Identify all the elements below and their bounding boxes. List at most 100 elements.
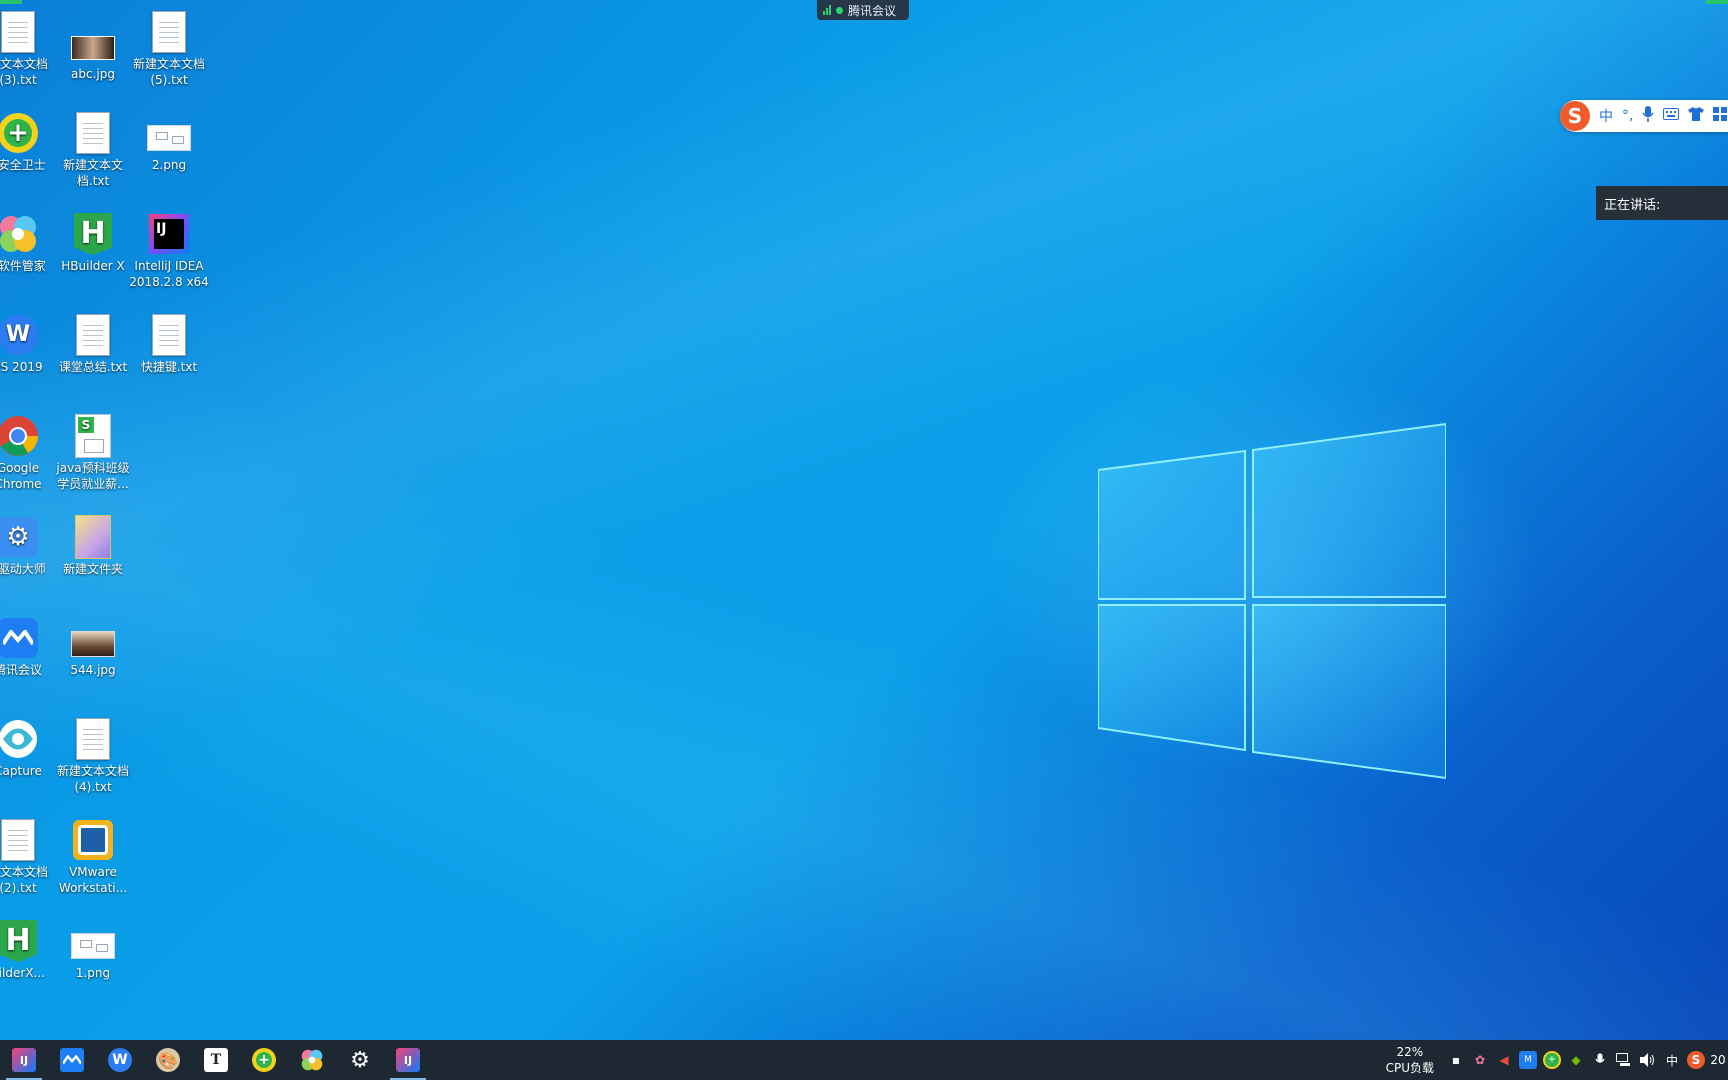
icon-label: 1.png	[75, 966, 111, 980]
360-security-icon: +	[252, 1048, 276, 1072]
skin-shirt-icon[interactable]	[1688, 107, 1705, 125]
red-flag-icon[interactable]: ◀	[1495, 1051, 1513, 1069]
gear-icon: ⚙	[350, 1047, 370, 1073]
icon-label: 建文本文档 (3).txt	[0, 57, 48, 87]
network-share-icon[interactable]: ▪	[1447, 1051, 1465, 1069]
icon-label: VMware Workstati...	[58, 865, 128, 895]
icon-label: 腾讯会议	[0, 663, 42, 677]
desktop-icon-txt[interactable]: 新建文本文 档.txt	[53, 111, 133, 189]
sogou-tray-icon[interactable]: S	[1687, 1051, 1705, 1069]
text-file-icon	[76, 718, 110, 760]
icon-label: 0安全卫士	[0, 158, 46, 172]
desktop-icon-capture[interactable]: Capture	[0, 717, 58, 779]
image-file-icon	[147, 125, 191, 151]
taskbar-intellij-idea[interactable]: IJ	[0, 1040, 48, 1080]
typora-icon: T	[204, 1048, 228, 1072]
nvidia-icon[interactable]: ◆	[1567, 1051, 1585, 1069]
image-file-icon	[71, 933, 115, 959]
meeting-label: 腾讯会议	[848, 3, 897, 18]
recording-dot-icon	[836, 6, 843, 14]
icon-label: java预科班级 学员就业薪...	[56, 461, 130, 491]
cpu-percent: 22%	[1396, 1045, 1424, 1059]
signal-icon	[823, 5, 831, 15]
spreadsheet-icon: S	[75, 414, 111, 458]
desktop-icon-abc-jpg[interactable]: abc.jpg	[53, 20, 133, 82]
taskbar-wps[interactable]: W	[96, 1040, 144, 1080]
desktop-icon-vmware[interactable]: VMware Workstati...	[53, 818, 133, 896]
microphone-icon[interactable]	[1591, 1051, 1609, 1069]
network-icon[interactable]	[1615, 1051, 1633, 1069]
desktop-icon-hbuilder[interactable]: H uilderX...	[0, 919, 58, 981]
text-file-icon	[1, 819, 35, 861]
desktop-icon-txt[interactable]: 快捷键.txt	[129, 313, 209, 375]
desktop-icon-intellij[interactable]: IJ IntelliJ IDEA 2018.2.8 x64	[129, 212, 209, 290]
desktop-icon-folder[interactable]: 新建文件夹	[53, 515, 133, 577]
system-tray: 22% CPU负载 ▪ ✿ ◀ M + ◆ 中 S 20	[1386, 1040, 1728, 1080]
sogou-logo-icon[interactable]: S	[1560, 101, 1590, 131]
desktop-icon-software-manager[interactable]: 0软件管家	[0, 212, 58, 274]
icon-label: 新建文本文档 (5).txt	[132, 57, 205, 87]
desktop-icon-driver-master[interactable]: ⚙ 0驱动大师	[0, 515, 58, 577]
intellij-icon: IJ	[149, 214, 189, 254]
punctuation-toggle[interactable]: °,	[1622, 108, 1633, 124]
icon-label: HBuilder X	[61, 259, 125, 273]
capture-icon	[0, 720, 37, 758]
icon-label: PS 2019	[0, 360, 43, 374]
360-tray-icon[interactable]: +	[1543, 1051, 1561, 1069]
flower-tray-icon[interactable]: ✿	[1471, 1051, 1489, 1069]
cpu-load-widget[interactable]: 22% CPU负载	[1386, 1044, 1434, 1076]
sogou-ime-toolbar[interactable]: S 中 °,	[1560, 100, 1728, 132]
text-file-icon	[76, 314, 110, 356]
desktop-icon-txt[interactable]: 新建文本文档 (5).txt	[129, 10, 209, 88]
taskbar-intellij-idea-2[interactable]: IJ	[384, 1040, 432, 1080]
image-file-icon	[71, 36, 115, 60]
ime-mode-toggle[interactable]: 中	[1599, 106, 1613, 126]
text-file-icon	[152, 11, 186, 53]
tencent-meeting-tray-icon[interactable]: M	[1519, 1051, 1537, 1069]
driver-gear-icon: ⚙	[0, 517, 38, 557]
icon-label: 0软件管家	[0, 259, 46, 273]
icon-label: 建文本文档 (2).txt	[0, 865, 48, 895]
volume-icon[interactable]	[1639, 1051, 1657, 1069]
keyboard-icon[interactable]	[1663, 108, 1680, 124]
icon-label: 0驱动大师	[0, 562, 46, 576]
taskbar-360-security[interactable]: +	[240, 1040, 288, 1080]
desktop-icon-544-jpg[interactable]: 544.jpg	[53, 616, 133, 678]
desktop-icon-360-security[interactable]: + 0安全卫士	[0, 111, 58, 173]
taskbar-settings[interactable]: ⚙	[336, 1040, 384, 1080]
hbuilder-icon: H	[0, 920, 37, 962]
taskbar-typora[interactable]: T	[192, 1040, 240, 1080]
desktop-icon-spreadsheet[interactable]: S java预科班级 学员就业薪...	[53, 414, 133, 492]
desktop-icon-tencent-meeting[interactable]: 腾讯会议	[0, 616, 58, 678]
corner-indicator	[1706, 0, 1728, 4]
desktop-icon-txt[interactable]: 建文本文档 (3).txt	[0, 10, 58, 88]
icon-label: 课堂总结.txt	[58, 360, 128, 374]
desktop-icon-hbuilder[interactable]: H HBuilder X	[53, 212, 133, 274]
image-file-icon	[71, 631, 115, 657]
desktop-icon-chrome[interactable]: Google Chrome	[0, 414, 58, 492]
speaking-indicator: 正在讲话:	[1596, 186, 1728, 220]
desktop-icon-txt[interactable]: 建文本文档 (2).txt	[0, 818, 58, 896]
clock[interactable]: 20	[1711, 1051, 1725, 1069]
icon-label: Google Chrome	[0, 461, 42, 491]
text-file-icon	[152, 314, 186, 356]
taskbar-paint[interactable]: 🎨	[144, 1040, 192, 1080]
ime-indicator[interactable]: 中	[1663, 1051, 1681, 1069]
wps-icon: W	[108, 1048, 132, 1072]
desktop-icon-txt[interactable]: 新建文本文档 (4).txt	[53, 717, 133, 795]
flower-icon	[301, 1049, 323, 1071]
tencent-meeting-icon	[60, 1048, 84, 1072]
toolbox-grid-icon[interactable]	[1713, 107, 1728, 125]
desktop-icon-png[interactable]: 1.png	[53, 919, 133, 981]
meeting-status-pill[interactable]: 腾讯会议	[817, 0, 909, 20]
intellij-icon: IJ	[12, 1048, 36, 1072]
desktop-icon-wps[interactable]: W PS 2019	[0, 313, 58, 375]
taskbar-tencent-meeting[interactable]	[48, 1040, 96, 1080]
icon-label: Capture	[0, 764, 42, 778]
taskbar-360-software-manager[interactable]	[288, 1040, 336, 1080]
microphone-icon[interactable]	[1642, 106, 1655, 126]
desktop-icon-txt[interactable]: 课堂总结.txt	[53, 313, 133, 375]
hbuilder-icon: H	[74, 213, 112, 255]
desktop-icon-png[interactable]: 2.png	[129, 111, 209, 173]
taskbar: IJ W 🎨 T + ⚙ IJ 22% CPU负载 ▪ ✿ ◀ M + ◆ 中 …	[0, 1040, 1728, 1080]
